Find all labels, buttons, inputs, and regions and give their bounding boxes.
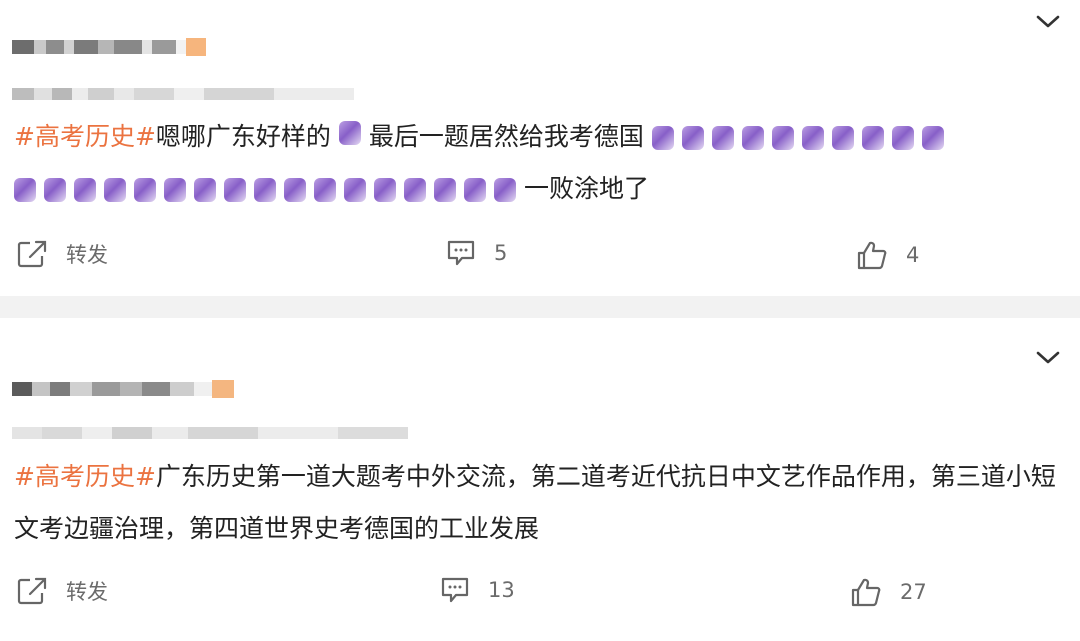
post-body: 广东历史第一道大题考中外交流，第二道考近代抗日中文艺作品作用，第三道小短文考边疆…	[14, 462, 1056, 543]
emoji-icon	[164, 178, 186, 202]
emoji-icon	[338, 121, 361, 145]
emoji-icon	[14, 178, 36, 202]
like-button[interactable]: 27	[850, 576, 927, 608]
emoji-icon	[284, 178, 306, 202]
emoji-icon	[344, 178, 366, 202]
emoji-icon	[681, 126, 704, 150]
emoji-icon	[44, 178, 66, 202]
post-card: #高考历史#广东历史第一道大题考中外交流，第二道考近代抗日中文艺作品作用，第三道…	[0, 318, 1080, 641]
comment-icon	[447, 240, 475, 266]
emoji-icon	[831, 126, 854, 150]
emoji-icon	[134, 178, 156, 202]
post-text: #高考历史#广东历史第一道大题考中外交流，第二道考近代抗日中文艺作品作用，第三道…	[14, 451, 1060, 555]
emoji-icon	[314, 178, 336, 202]
hashtag-link[interactable]: #高考历史#	[14, 462, 156, 491]
emoji-icon	[651, 126, 674, 150]
emoji-icon	[434, 178, 456, 202]
repost-button[interactable]: 转发	[16, 239, 108, 269]
chevron-down-icon[interactable]	[1034, 348, 1062, 368]
emoji-icon	[861, 126, 884, 150]
like-count: 4	[906, 243, 920, 267]
emoji-icon	[891, 126, 914, 150]
repost-label: 转发	[66, 580, 108, 604]
thumbs-up-icon	[857, 241, 887, 270]
emoji-icon	[254, 178, 276, 202]
post-body: 嗯哪广东好样的	[155, 122, 331, 151]
emoji-icon	[404, 178, 426, 202]
emoji-row	[14, 178, 516, 202]
emoji-icon	[224, 178, 246, 202]
repost-button[interactable]: 转发	[16, 576, 108, 606]
share-icon	[17, 577, 47, 605]
emoji-icon	[74, 178, 96, 202]
emoji-row	[651, 126, 944, 150]
like-count: 27	[900, 580, 927, 604]
comment-count: 13	[488, 578, 515, 602]
hashtag-link[interactable]: #高考历史#	[14, 122, 156, 151]
emoji-icon	[494, 178, 516, 202]
thumbs-up-icon	[851, 578, 881, 607]
chevron-down-icon[interactable]	[1034, 12, 1062, 32]
timestamp-redacted	[12, 427, 408, 439]
username-redacted	[12, 380, 234, 398]
post-text: #高考历史#嗯哪广东好样的 最后一题居然给我考德国 一败涂地了	[14, 111, 1060, 215]
comment-icon	[441, 577, 469, 603]
emoji-icon	[104, 178, 126, 202]
action-bar: 转发 5 4	[0, 239, 1080, 279]
comment-button[interactable]: 5	[446, 239, 507, 267]
emoji-icon	[194, 178, 216, 202]
post-body: 一败涂地了	[523, 174, 649, 203]
post-divider	[0, 296, 1080, 318]
emoji-icon	[711, 126, 734, 150]
emoji-icon	[741, 126, 764, 150]
comment-count: 5	[494, 241, 508, 265]
comment-button[interactable]: 13	[440, 576, 515, 604]
repost-label: 转发	[66, 243, 108, 267]
emoji-icon	[801, 126, 824, 150]
post-body: 最后一题居然给我考德国	[368, 122, 644, 151]
timestamp-redacted	[12, 88, 354, 100]
username-redacted	[12, 38, 206, 56]
post-card: #高考历史#嗯哪广东好样的 最后一题居然给我考德国 一败涂地了 转发 5 4	[0, 0, 1080, 296]
emoji-icon	[464, 178, 486, 202]
like-button[interactable]: 4	[856, 239, 919, 271]
emoji-icon	[771, 126, 794, 150]
share-icon	[17, 240, 47, 268]
emoji-icon	[374, 178, 396, 202]
action-bar: 转发 13 27	[0, 576, 1080, 616]
emoji-icon	[921, 126, 944, 150]
